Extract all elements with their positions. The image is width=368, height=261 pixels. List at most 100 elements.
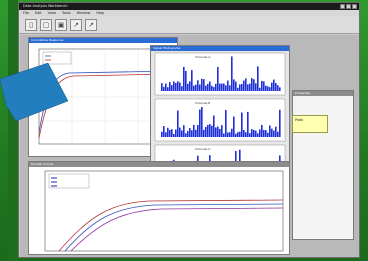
histogram-bar [233,116,235,137]
histogram-bar [265,85,267,91]
histogram-bar [205,85,207,91]
histogram-bar [277,131,279,137]
histogram-bar [203,129,205,137]
histogram-bar [215,83,217,91]
histogram-bar [165,132,167,137]
histogram-bar [239,131,241,137]
histogram-bar [191,130,193,137]
new-icon[interactable]: ▯ [25,18,37,31]
histogram-bar [207,83,209,91]
histogram-bar [225,110,227,137]
histogram-bar [227,80,229,91]
histogram-bar [163,126,165,137]
histogram-bar [189,127,191,137]
background-stripe [8,0,18,261]
histogram-bar [275,83,277,91]
histogram-bar [163,86,165,91]
title-bar: Data Analysis Workbench [19,3,359,10]
histogram-bar [269,125,271,137]
maximize-icon[interactable] [346,4,351,9]
histogram-bar [193,85,195,91]
histogram-bar [187,130,189,137]
app-window: Data Analysis Workbench File Edit View T… [18,2,360,258]
tooltip-text: Peak [295,118,304,122]
histogram-bar [199,109,201,137]
histogram-bar [255,83,257,91]
plot-icon[interactable]: ↗ [70,18,82,31]
histogram-bar [213,115,215,137]
histogram-bar [215,127,217,137]
histogram-bar [269,87,271,91]
histogram-a: Channel A [154,52,286,96]
histogram-bar [279,87,281,91]
histogram-bar [267,132,269,137]
histogram-bar [231,128,233,137]
close-icon[interactable] [352,4,357,9]
histogram-bar [181,86,183,91]
zoom-icon[interactable]: ↗ [85,18,97,31]
histogram-bar [223,83,225,91]
histogram-bar [189,81,191,91]
histogram-bar [219,83,221,91]
histogram-bar [209,81,211,91]
minimize-icon[interactable] [340,4,345,9]
histogram-bar [249,83,251,91]
histogram-bar [277,85,279,91]
histogram-bar [167,87,169,91]
histogram-bar [265,130,267,137]
bottom-plot-chart [44,170,284,252]
histogram-bar [261,124,263,137]
histogram-bar [175,83,177,91]
histogram-bar [195,129,197,137]
histogram-bar [209,124,211,137]
histogram-b-label: Channel B [195,101,210,105]
histogram-bar [211,125,213,137]
histogram-bar [195,84,197,91]
properties-title: Properties [293,91,353,96]
histogram-bar [235,133,237,137]
histogram-bar [235,81,237,91]
histogram-bar [203,79,205,91]
histogram-bar [219,128,221,137]
histogram-bar [217,126,219,137]
histogram-bar [275,126,277,137]
open-icon[interactable]: ▢ [40,18,52,31]
histogram-bar [173,81,175,91]
histogram-bar [197,125,199,137]
histogram-bar [179,82,181,91]
histogram-bar [273,79,275,91]
histogram-bar [255,130,257,137]
histogram-bar [171,129,173,137]
histogram-bar [263,129,265,137]
histogram-bar [223,133,225,137]
histogram-bar [253,79,255,91]
histogram-bar [259,129,261,137]
histogram-bar [229,132,231,137]
workspace: Cumulative Response Signal Histograms Ch… [20,35,359,257]
histogram-bar [175,129,177,137]
histogram-bar [167,127,169,137]
histogram-bar [249,133,251,137]
histogram-bar [185,70,187,91]
histogram-bar [183,125,185,137]
histogram-bar [161,131,163,137]
histogram-bar [257,133,259,137]
histogram-bar [237,132,239,137]
histogram-bar [241,84,243,91]
save-icon[interactable]: ▣ [55,18,67,31]
histogram-bar [207,124,209,137]
histogram-bar [221,83,223,91]
histogram-bar [205,126,207,137]
histogram-bar [171,85,173,91]
arrow-overlay-icon [0,62,69,122]
histogram-bar [251,78,253,91]
bottom-plot-panel: Growth Curves [28,161,290,255]
histogram-bar [183,66,185,91]
toolbar: ▯ ▢ ▣ ↗ ↗ [19,16,359,34]
histogram-bar [197,80,199,91]
histogram-bar [225,85,227,91]
tooltip-popup: Peak [292,115,328,133]
histogram-bar [241,112,243,137]
histogram-bar [185,133,187,137]
histogram-bar [161,83,163,91]
